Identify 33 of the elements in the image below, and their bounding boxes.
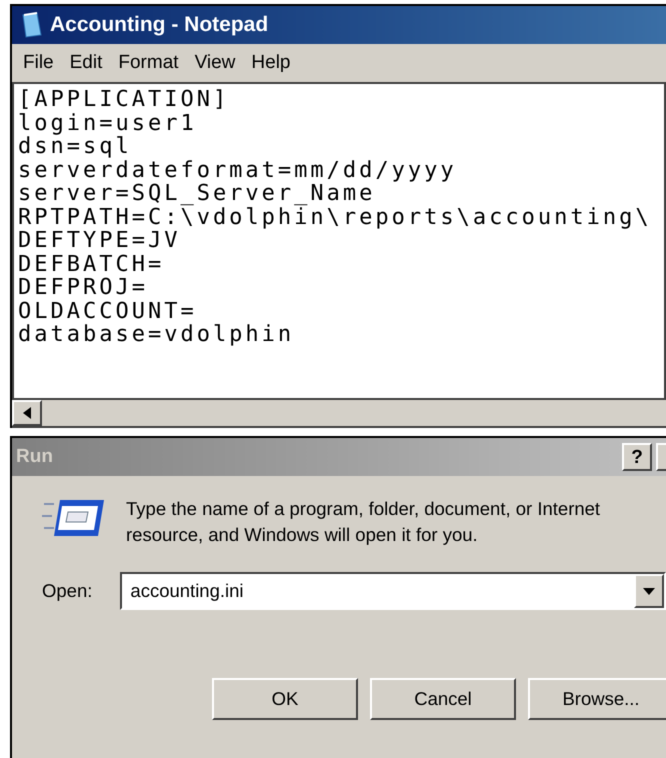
dialog-button[interactable]: Cancel: [370, 678, 516, 720]
text-line: dsn=sql: [18, 135, 132, 158]
dialog-button[interactable]: OK: [212, 678, 358, 720]
text-line: DEFBATCH=: [18, 252, 164, 276]
text-line: [APPLICATION]: [18, 88, 230, 112]
text-line: DEFPROJ=: [18, 276, 148, 300]
text-line: database=vdolphin: [18, 323, 294, 346]
text-line: login=user1: [18, 112, 197, 135]
menu-item[interactable]: Help: [244, 48, 298, 78]
menu-item[interactable]: File: [16, 48, 61, 78]
text-line: RPTPATH=C:\vdolphin\reports\accounting\: [18, 206, 652, 229]
menu-item[interactable]: View: [188, 48, 242, 78]
window-title: Accounting - Notepad: [50, 12, 268, 38]
text-line: OLDACCOUNT=: [18, 300, 197, 323]
open-combobox[interactable]: accounting.ini: [120, 572, 666, 610]
dropdown-button[interactable]: [634, 574, 664, 608]
left-triangle-icon: [23, 407, 31, 419]
dialog-button[interactable]: Browse...: [528, 678, 666, 720]
open-label: Open:: [42, 579, 92, 604]
help-button[interactable]: ?: [622, 443, 652, 471]
scroll-left-button[interactable]: [12, 400, 42, 426]
dialog-title: Run: [16, 444, 53, 469]
notepad-icon: [20, 12, 42, 38]
editor-area[interactable]: [APPLICATION] login=user1 dsn=sql serverdateformat=mm/dd/yyyy server=SQL_Server_Name RPTPATH=C:\vdolphin\reports\accounting\ DEFTYPE=JV DEFBATCH= DEFPROJ= OLDACCOUNT= database=vdolphin: [12, 82, 666, 400]
horizontal-scrollbar[interactable]: [12, 400, 666, 428]
instruction-text: Type the name of a program, folder, document, or Internet resource, and Windows will open it for you.: [126, 497, 602, 547]
text-line: server=SQL_Server_Name: [18, 182, 376, 206]
close-button[interactable]: [656, 443, 666, 471]
down-triangle-icon: [643, 588, 655, 594]
menu-item[interactable]: Format: [111, 48, 186, 78]
text-line: DEFTYPE=JV: [18, 229, 180, 252]
menu-item[interactable]: Edit: [62, 48, 110, 78]
text-line: serverdateformat=mm/dd/yyyy: [18, 158, 457, 182]
